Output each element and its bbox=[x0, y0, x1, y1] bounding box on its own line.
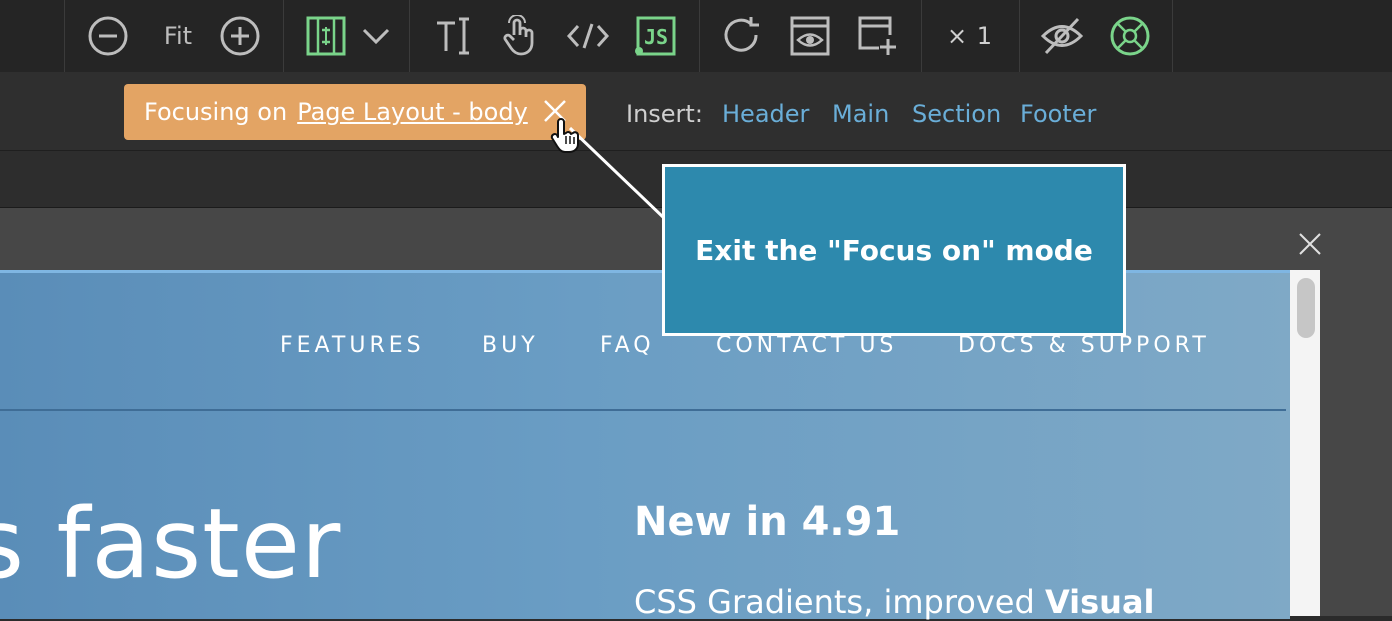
svg-text:JS: JS bbox=[644, 25, 668, 49]
insert-section-link[interactable]: Section bbox=[912, 100, 1001, 128]
code-button[interactable] bbox=[566, 12, 610, 60]
multiplier-button[interactable]: × 1 bbox=[940, 12, 1000, 60]
toggle-visibility-button[interactable] bbox=[1040, 12, 1084, 60]
hand-touch-icon bbox=[503, 15, 534, 56]
whats-new-bold: Visual bbox=[1044, 583, 1155, 621]
whats-new-description: CSS Gradients, improved Visual bbox=[634, 583, 1155, 621]
refresh-button[interactable] bbox=[720, 12, 764, 60]
toolbar-separator bbox=[921, 0, 922, 72]
zoom-fit-button[interactable]: Fit bbox=[158, 12, 198, 60]
minus-circle-icon bbox=[88, 16, 128, 56]
insert-footer-link[interactable]: Footer bbox=[1020, 100, 1096, 128]
code-icon bbox=[566, 23, 610, 49]
nav-item-features[interactable]: FEATURES bbox=[280, 333, 425, 358]
chevron-down-icon bbox=[362, 28, 390, 45]
nav-divider bbox=[0, 409, 1286, 411]
insert-header-link[interactable]: Header bbox=[722, 100, 809, 128]
nav-item-contact[interactable]: CONTACT US bbox=[716, 333, 897, 358]
nav-item-faq[interactable]: FAQ bbox=[600, 333, 655, 358]
preview-eye-icon bbox=[790, 16, 830, 56]
nav-item-docs[interactable]: DOCS & SUPPORT bbox=[958, 333, 1210, 358]
hero-heading: s faster bbox=[0, 488, 342, 600]
focus-target-link[interactable]: Page Layout - body bbox=[297, 98, 528, 126]
toolbar-separator bbox=[64, 0, 65, 72]
help-tooltip: Exit the "Focus on" mode bbox=[662, 164, 1126, 336]
toolbar-separator bbox=[1172, 0, 1173, 72]
layout-grid-icon bbox=[306, 16, 346, 56]
focus-indicator: Focusing on Page Layout - body bbox=[124, 84, 586, 140]
focus-prefix-text: Focusing on bbox=[144, 98, 288, 126]
hand-cursor-icon bbox=[550, 118, 579, 153]
whats-new-text: CSS Gradients, improved bbox=[634, 583, 1035, 621]
toolbar-separator bbox=[1019, 0, 1020, 72]
text-cursor-icon bbox=[437, 17, 469, 55]
main-toolbar: Fit JS × 1 bbox=[0, 0, 1392, 73]
insert-label: Insert: bbox=[626, 100, 703, 128]
preview-button[interactable] bbox=[788, 12, 832, 60]
insert-bar: Focusing on Page Layout - body Insert: H… bbox=[0, 72, 1392, 151]
focus-target-icon bbox=[1110, 16, 1150, 56]
scrollbar-thumb[interactable] bbox=[1297, 278, 1315, 338]
zoom-out-button[interactable] bbox=[86, 12, 130, 60]
insert-main-link[interactable]: Main bbox=[832, 100, 889, 128]
focus-mode-button[interactable] bbox=[1108, 12, 1152, 60]
zoom-in-button[interactable] bbox=[218, 12, 262, 60]
layout-button[interactable] bbox=[304, 12, 348, 60]
tooltip-text: Exit the "Focus on" mode bbox=[695, 233, 1093, 267]
add-page-button[interactable] bbox=[856, 12, 900, 60]
nav-item-buy[interactable]: BUY bbox=[482, 333, 539, 358]
toolbar-separator bbox=[283, 0, 284, 72]
plus-circle-icon bbox=[220, 16, 260, 56]
eye-off-icon bbox=[1040, 17, 1084, 55]
toolbar-separator bbox=[409, 0, 410, 72]
layout-dropdown-button[interactable] bbox=[360, 12, 392, 60]
interactions-button[interactable] bbox=[500, 12, 540, 60]
text-tool-button[interactable] bbox=[434, 12, 474, 60]
close-icon[interactable] bbox=[1296, 230, 1324, 258]
add-page-icon bbox=[858, 16, 896, 55]
js-button[interactable]: JS bbox=[634, 12, 678, 60]
whats-new-title: New in 4.91 bbox=[634, 499, 901, 545]
toolbar-separator bbox=[699, 0, 700, 72]
js-icon: JS bbox=[635, 16, 676, 56]
refresh-icon bbox=[724, 17, 759, 52]
